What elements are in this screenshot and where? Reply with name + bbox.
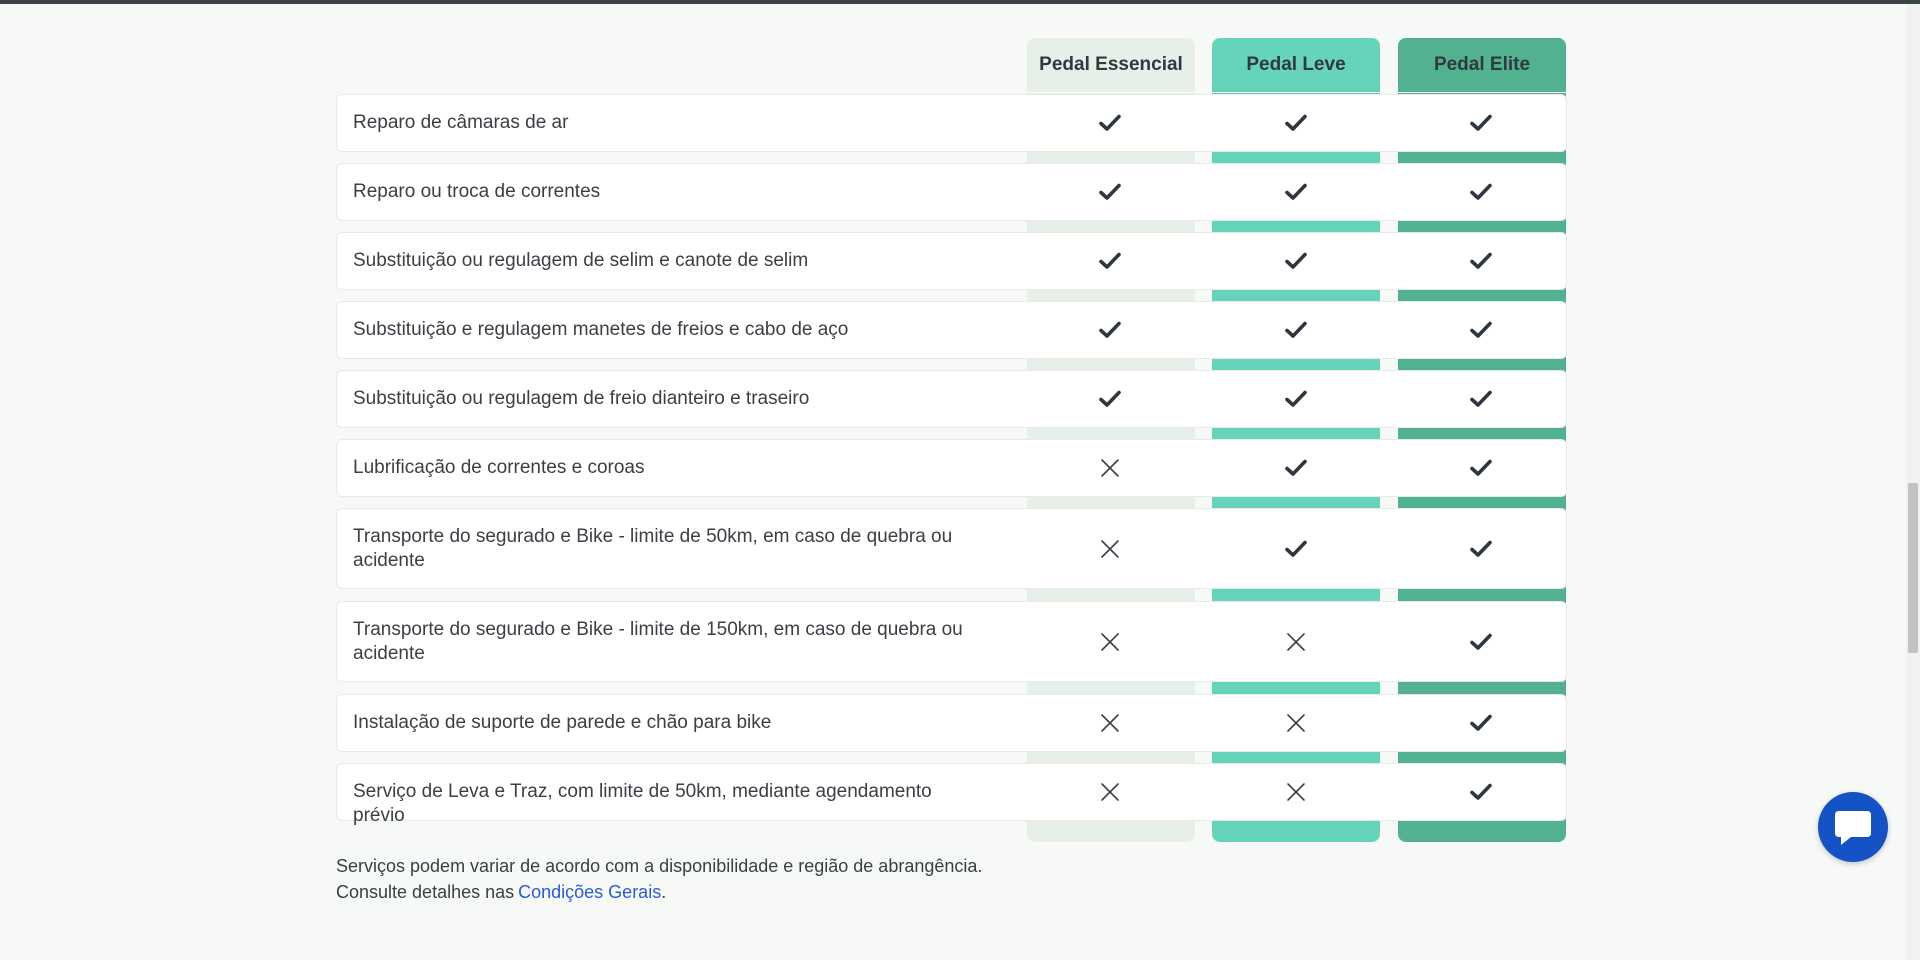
check-icon [1285, 252, 1307, 269]
check-icon [1099, 114, 1121, 131]
feature-row: Substituição ou regulagem de freio diant… [336, 370, 1567, 428]
check-icon [1099, 183, 1121, 200]
check-icon [1285, 390, 1307, 407]
footnote-line-1: Serviços podem variar de acordo com a di… [336, 856, 983, 876]
check-icon [1470, 633, 1492, 650]
feature-label: Transporte do segurado e Bike - limite d… [353, 525, 953, 571]
footnote-line-2: Consulte detalhes nas Condições Gerais. [336, 879, 982, 905]
feature-label: Substituição ou regulagem de freio diant… [353, 388, 810, 409]
x-icon [1287, 714, 1305, 732]
x-icon [1101, 783, 1119, 801]
plan-header-elite: Pedal Elite [1398, 38, 1566, 93]
check-icon [1470, 540, 1492, 557]
feature-label: Transporte do segurado e Bike - limite d… [353, 618, 963, 664]
feature-label: Reparo ou troca de correntes [353, 181, 601, 202]
check-icon [1470, 714, 1492, 731]
x-icon [1101, 714, 1119, 732]
feature-label: Substituição e regulagem manetes de frei… [353, 319, 849, 340]
check-icon [1285, 459, 1307, 476]
feature-row: Reparo de câmaras de ar [336, 94, 1567, 152]
feature-row: Instalação de suporte de parede e chão p… [336, 694, 1567, 752]
feature-row: Serviço de Leva e Traz, com limite de 50… [336, 763, 1567, 826]
check-icon [1099, 321, 1121, 338]
feature-row: Reparo ou troca de correntes [336, 163, 1567, 221]
feature-row: Substituição ou regulagem de selim e can… [336, 232, 1567, 290]
check-icon [1470, 390, 1492, 407]
check-icon [1470, 252, 1492, 269]
x-icon [1101, 632, 1119, 651]
feature-row: Lubrificação de correntes e coroas [336, 439, 1567, 497]
check-icon [1285, 114, 1307, 131]
check-icon [1470, 114, 1492, 131]
check-icon [1285, 540, 1307, 557]
check-icon [1470, 459, 1492, 476]
chat-bubble-icon [1835, 811, 1871, 845]
footnote-suffix: . [661, 882, 667, 902]
feature-label: Serviço de Leva e Traz, com limite de 50… [353, 781, 932, 826]
feature-row: Transporte do segurado e Bike - limite d… [336, 508, 1567, 589]
check-icon [1099, 252, 1121, 269]
plan-header-leve: Pedal Leve [1212, 38, 1380, 93]
top-border [0, 0, 1920, 4]
footnote-prefix: Consulte detalhes nas [336, 882, 515, 902]
feature-label: Instalação de suporte de parede e chão p… [353, 712, 772, 733]
conditions-link[interactable]: Condições Gerais [518, 882, 661, 902]
check-icon [1099, 390, 1121, 407]
chat-button[interactable] [1818, 792, 1888, 862]
feature-label: Lubrificação de correntes e coroas [353, 457, 645, 478]
footnote: Serviços podem variar de acordo com a di… [336, 853, 982, 905]
check-icon [1285, 321, 1307, 338]
check-icon [1470, 321, 1492, 338]
plan-header-essencial: Pedal Essencial [1027, 38, 1195, 93]
check-icon [1470, 183, 1492, 200]
scrollbar-thumb[interactable] [1908, 483, 1918, 653]
scrollbar-track[interactable] [1906, 4, 1920, 960]
x-icon [1287, 783, 1305, 801]
check-icon [1470, 783, 1492, 800]
x-icon [1101, 539, 1119, 558]
feature-row: Substituição e regulagem manetes de frei… [336, 301, 1567, 359]
x-icon [1287, 632, 1305, 651]
x-icon [1101, 459, 1119, 477]
feature-label: Reparo de câmaras de ar [353, 112, 569, 133]
check-icon [1285, 183, 1307, 200]
feature-row: Transporte do segurado e Bike - limite d… [336, 601, 1567, 682]
feature-label: Substituição ou regulagem de selim e can… [353, 250, 809, 271]
